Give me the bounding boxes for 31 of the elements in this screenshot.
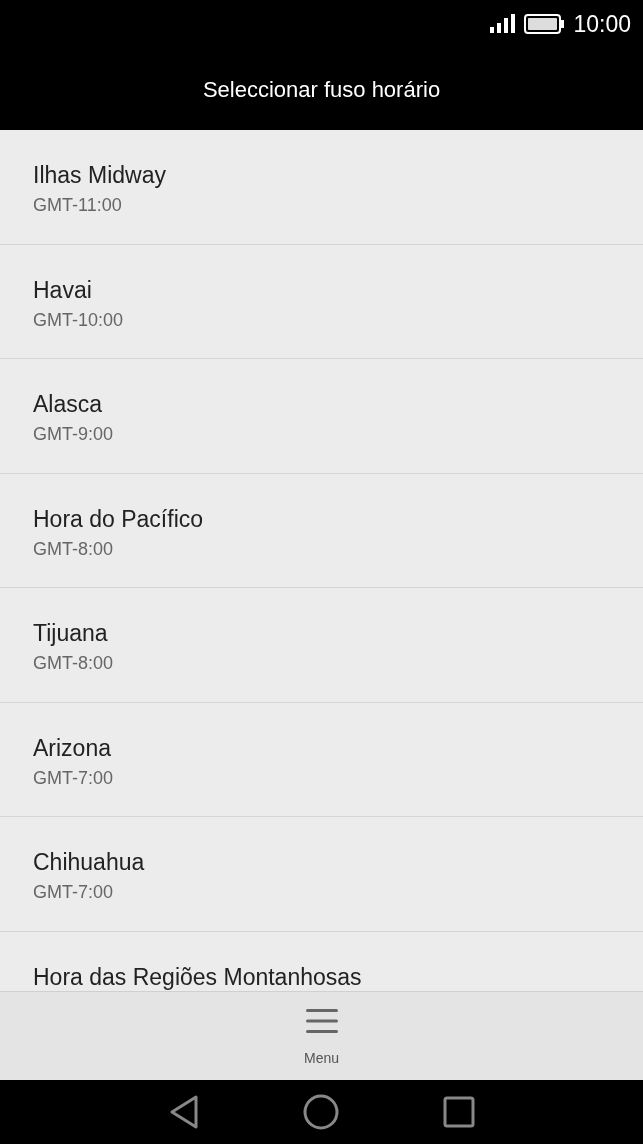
timezone-offset: GMT-8:00 [33,537,115,561]
timezone-offset: GMT-9:00 [33,423,115,446]
timezone-item[interactable]: Arizona GMT-7:00 [0,702,643,817]
timezone-item[interactable]: Alasca GMT-9:00 [0,359,643,474]
timezone-offset: GMT-8:00 [33,652,115,675]
timezone-name: Tijuana [33,619,109,648]
timezone-item[interactable]: Havai GMT-10:00 [0,244,643,359]
timezone-offset: GMT-7:00 [33,766,115,790]
timezone-name: Alasca [33,390,104,419]
timezone-name: Chihuahua [33,848,146,877]
back-icon[interactable] [168,1095,199,1129]
timezone-item[interactable]: Tijuana GMT-8:00 [0,588,643,703]
clock-time: 10:00 [573,9,631,39]
timezone-item[interactable]: Hora do Pacífico GMT-8:00 [0,473,643,588]
menu-button[interactable]: Menu [304,992,339,1069]
recents-icon[interactable] [442,1096,475,1128]
timezone-name: Ilhas Midway [33,161,167,190]
battery-icon [524,13,566,35]
timezone-offset: GMT-7:00 [33,881,115,904]
timezone-name: Hora das Regiões Montanhosas [33,962,363,991]
screen-title: Seleccionar fuso horário [202,75,441,104]
timezone-offset: GMT-10:00 [33,308,125,332]
home-icon[interactable] [302,1094,339,1130]
timezone-name: Hora do Pacífico [33,504,205,534]
timezone-item[interactable]: Ilhas Midway GMT-11:00 [0,130,643,245]
timezone-name: Arizona [33,733,112,763]
signal-icon [490,14,517,34]
menu-icon [305,1008,338,1034]
timezone-offset: GMT-11:00 [33,194,123,217]
timezone-name: Havai [33,275,93,305]
timezone-item[interactable]: Chihuahua GMT-7:00 [0,817,643,932]
